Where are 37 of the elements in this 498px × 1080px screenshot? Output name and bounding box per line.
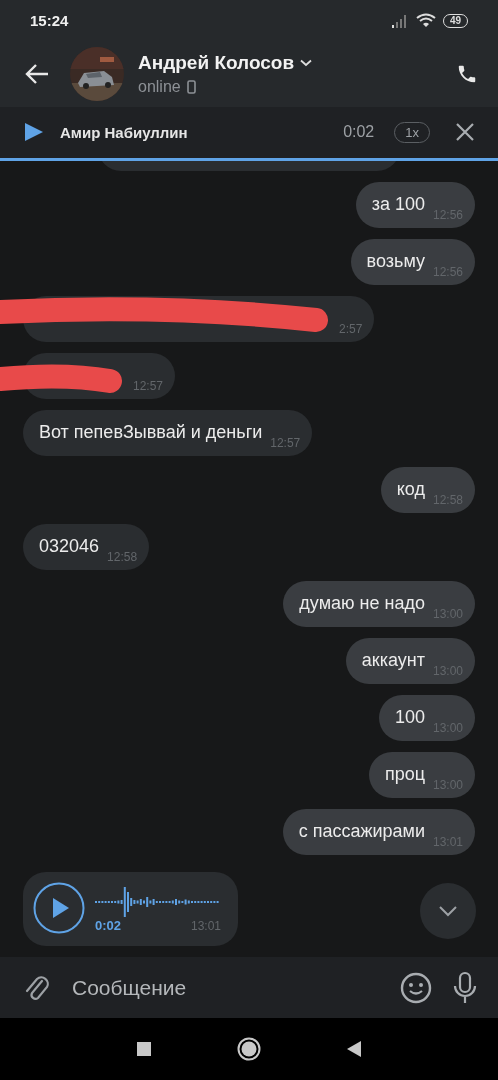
message-text: код bbox=[396, 479, 425, 501]
message-time: 12:57 bbox=[133, 378, 164, 393]
message-time: 12:58 bbox=[107, 549, 138, 564]
chevron-down-icon[interactable] bbox=[438, 905, 458, 918]
phone-device-icon bbox=[186, 80, 196, 95]
play-button-icon[interactable] bbox=[33, 881, 85, 934]
microphone-icon[interactable] bbox=[452, 970, 478, 1005]
message-time: 12:57 bbox=[270, 435, 301, 450]
wifi-icon bbox=[415, 13, 436, 29]
message-text: аккаунт bbox=[361, 650, 425, 672]
back-arrow-icon[interactable] bbox=[24, 63, 50, 86]
audio-elapsed: 0:02 bbox=[343, 123, 375, 142]
contact-status: online bbox=[138, 78, 181, 97]
message-input[interactable]: Сообщение bbox=[70, 974, 380, 1001]
home-icon[interactable] bbox=[237, 1037, 261, 1062]
message-text: за 100 bbox=[371, 194, 425, 216]
waveform-icon bbox=[95, 885, 221, 918]
contact-name[interactable]: Андрей Колосов bbox=[138, 52, 295, 75]
message-text: с пассажирами bbox=[298, 821, 425, 843]
message-text: 100 bbox=[394, 707, 425, 729]
back-icon[interactable] bbox=[347, 1041, 361, 1058]
message-text: 032046 bbox=[39, 536, 100, 558]
message-text: думаю не надо bbox=[299, 593, 425, 615]
signal-icon bbox=[390, 14, 409, 28]
emoji-icon[interactable] bbox=[400, 971, 432, 1004]
message-text: Вот пепевЗыввай и деньги bbox=[39, 422, 263, 444]
close-icon[interactable] bbox=[456, 123, 474, 142]
audio-title: Амир Набиуллин bbox=[60, 123, 189, 141]
message-text: проц bbox=[384, 764, 425, 786]
status-time: 15:24 bbox=[30, 12, 69, 30]
message-bar[interactable]: Сообщение bbox=[0, 957, 498, 1019]
message-time: 13:01 bbox=[190, 918, 221, 933]
message-time: 2:57 bbox=[339, 321, 363, 336]
recents-icon[interactable] bbox=[137, 1042, 151, 1057]
voice-duration: 0:02 bbox=[95, 917, 122, 933]
message-text: возьму bbox=[366, 251, 425, 273]
play-icon[interactable] bbox=[24, 122, 44, 143]
